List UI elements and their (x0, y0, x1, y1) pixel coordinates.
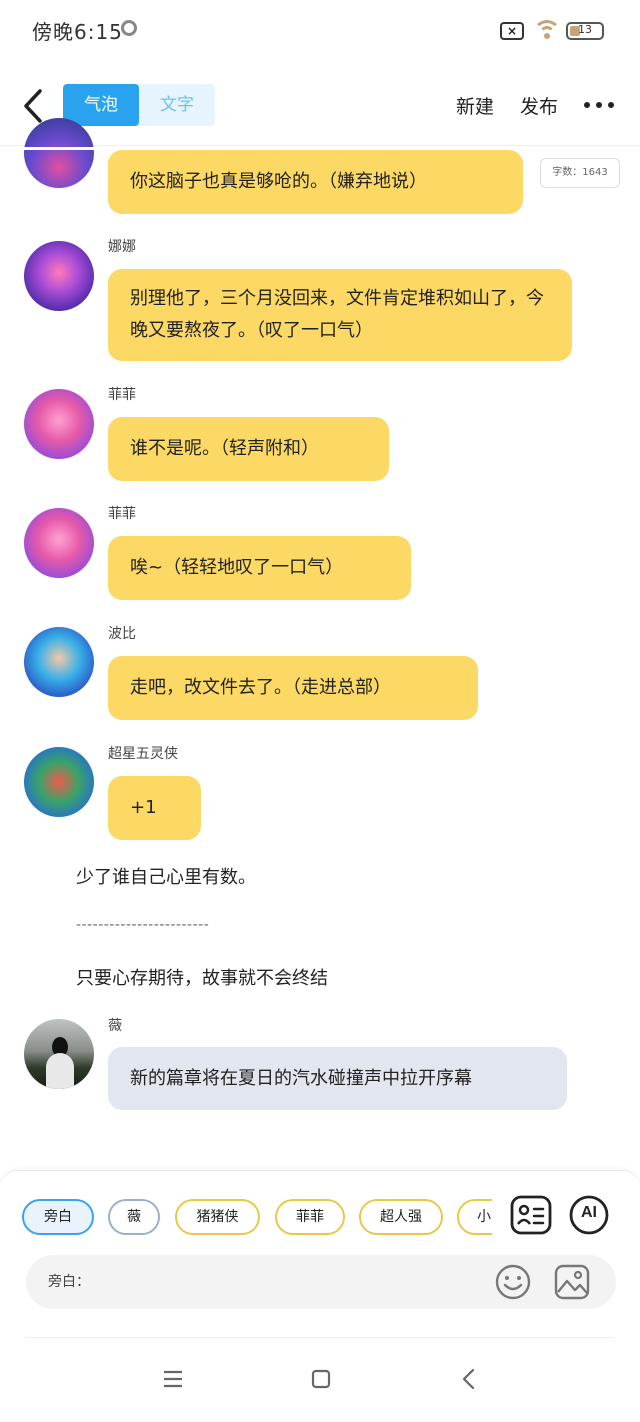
role-chip-list: 旁白 薇 猪猪侠 菲菲 超人强 小 (20, 1197, 492, 1237)
message-input[interactable] (96, 1265, 496, 1299)
avatar[interactable] (24, 508, 94, 578)
menu-icon[interactable] (158, 1364, 188, 1394)
settings-indicator-icon (121, 20, 137, 36)
battery-level: 13 (578, 23, 592, 36)
message-bubble[interactable]: 你这脑子也真是够呛的。（嫌弃地说） (108, 150, 523, 214)
ai-button[interactable]: AI (568, 1195, 610, 1235)
role-chip[interactable]: 超人强 (359, 1199, 443, 1235)
narration-text: 只要心存期待，故事就不会终结 (76, 968, 328, 989)
avatar[interactable] (24, 118, 94, 188)
wifi-icon (532, 18, 562, 42)
emoji-icon[interactable] (494, 1263, 532, 1301)
sender-name: 菲菲 (108, 506, 136, 522)
role-chip[interactable]: 薇 (108, 1199, 160, 1235)
narration-text: 少了谁自己心里有数。 (76, 867, 256, 888)
avatar[interactable] (24, 241, 94, 311)
tab-text[interactable]: 文字 (139, 84, 215, 126)
sim-x-icon: × (500, 22, 524, 40)
message-bubble[interactable]: 谁不是呢。（轻声附和） (108, 417, 389, 481)
view-mode-toggle: 气泡 文字 (63, 84, 215, 126)
ai-label: AI (581, 1204, 597, 1221)
message-bubble[interactable]: 别理他了，三个月没回来，文件肯定堆积如山了，今晚又要熬夜了。（叹了一口气） (108, 269, 572, 361)
composer-panel: 旁白 薇 猪猪侠 菲菲 超人强 小 AI 旁白： (0, 1170, 640, 1338)
message-bubble[interactable]: 新的篇章将在夏日的汽水碰撞声中拉开序幕 (108, 1047, 567, 1110)
publish-button[interactable]: 发布 (520, 92, 558, 119)
role-chip[interactable]: 旁白 (22, 1199, 94, 1235)
status-time: 傍晚6:15 (32, 20, 123, 44)
more-icon[interactable] (584, 102, 614, 110)
avatar[interactable] (24, 627, 94, 697)
avatar[interactable] (24, 747, 94, 817)
role-chip[interactable]: 小 (457, 1199, 492, 1235)
avatar[interactable] (24, 1019, 94, 1089)
nav-divider (26, 1337, 614, 1338)
chevron-left-icon (24, 89, 42, 123)
sender-name: 波比 (108, 626, 136, 642)
role-chip[interactable]: 菲菲 (275, 1199, 345, 1235)
tab-bubble[interactable]: 气泡 (63, 84, 139, 126)
contact-card-icon[interactable] (510, 1195, 552, 1235)
sender-name: 超星五灵侠 (108, 746, 178, 762)
new-button[interactable]: 新建 (456, 92, 494, 119)
battery-icon: 13 (566, 22, 604, 40)
sender-name: 娜娜 (108, 239, 136, 255)
back-button[interactable] (20, 88, 48, 124)
status-bar: 傍晚6:15 × 13 (0, 0, 640, 60)
role-chip[interactable]: 猪猪侠 (175, 1199, 260, 1235)
message-bubble[interactable]: 走吧，改文件去了。（走进总部） (108, 656, 478, 720)
message-bubble[interactable]: 唉~（轻轻地叹了一口气） (108, 536, 411, 600)
nav-back-icon[interactable] (454, 1364, 484, 1394)
avatar[interactable] (24, 389, 94, 459)
divider-line: ------------------------ (76, 917, 210, 933)
sender-name: 菲菲 (108, 387, 136, 403)
message-input-row: 旁白： (26, 1255, 616, 1309)
top-bar: 气泡 文字 新建 发布 (0, 66, 640, 146)
input-role-label: 旁白： (48, 1274, 90, 1290)
sender-name: 薇 (108, 1018, 122, 1034)
image-icon[interactable] (553, 1263, 591, 1301)
home-icon[interactable] (306, 1364, 336, 1394)
word-count-badge: 字数：1643 (540, 158, 620, 188)
message-bubble[interactable]: +1 (108, 776, 201, 840)
